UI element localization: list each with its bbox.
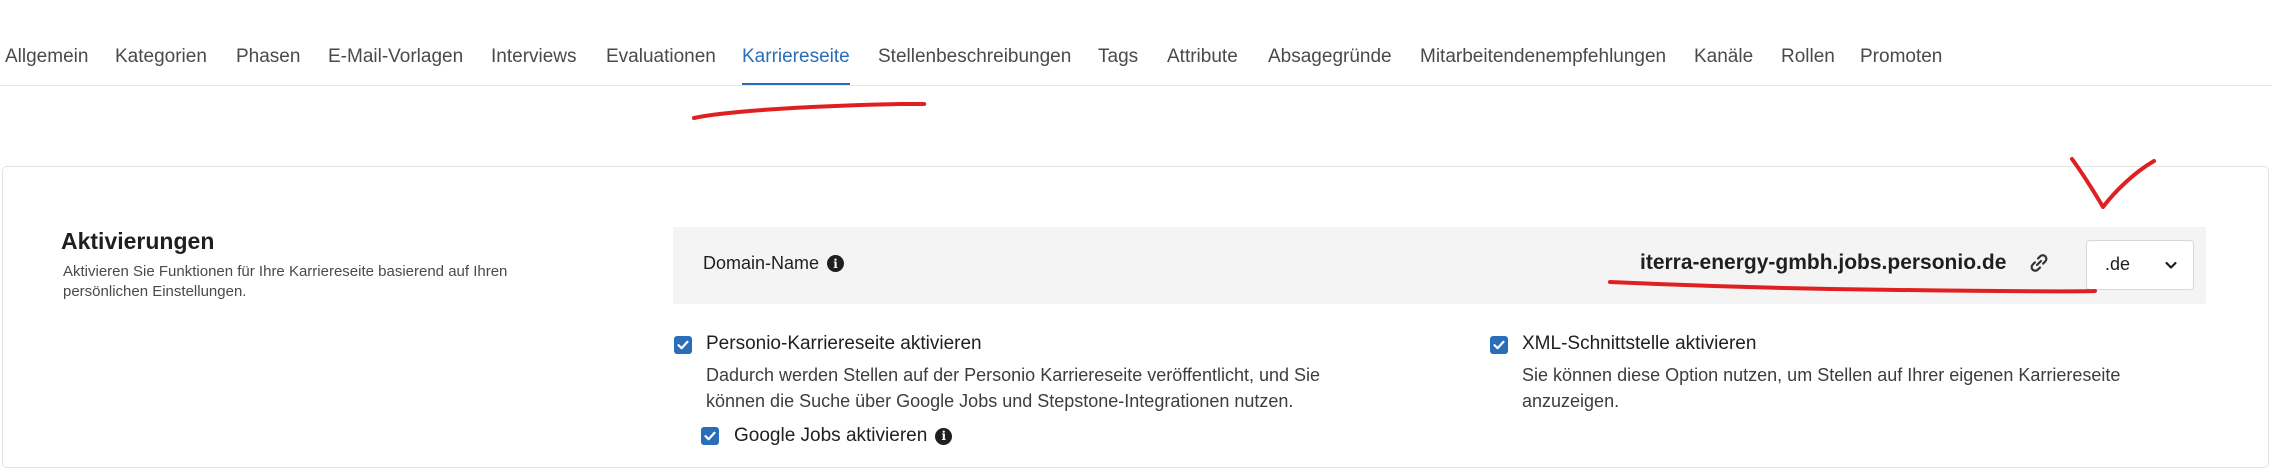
tab-karriereseite[interactable]: Karriereseite [742, 46, 850, 85]
google-jobs-checkbox[interactable] [701, 427, 719, 445]
info-icon[interactable]: i [827, 255, 845, 272]
section-title: Aktivierungen [61, 228, 215, 254]
career-page-label: Personio-Karriereseite aktivieren [706, 333, 982, 355]
tab-promoten[interactable]: Promoten [1860, 46, 1942, 84]
chevron-down-icon [2165, 261, 2177, 269]
domain-label: Domain-Name i [703, 253, 845, 274]
activations-card [2, 166, 2269, 468]
info-icon[interactable]: i [935, 427, 953, 445]
tab-interviews[interactable]: Interviews [491, 46, 577, 84]
settings-tab-bar: Allgemein Kategorien Phasen E-Mail-Vorla… [0, 0, 2272, 86]
tld-select-value: .de [2105, 254, 2131, 274]
checkmark-icon [677, 340, 689, 350]
xml-interface-checkbox[interactable] [1490, 336, 1508, 354]
career-page-label-text: Personio-Karriereseite aktivieren [706, 333, 982, 354]
career-page-description: Dadurch werden Stellen auf der Personio … [706, 365, 1321, 411]
section-description: Aktivieren Sie Funktionen für Ihre Karri… [63, 263, 508, 300]
tab-email-vorlagen[interactable]: E-Mail-Vorlagen [328, 46, 463, 84]
annotation-underline-tab [692, 101, 927, 120]
domain-label-text: Domain-Name [703, 253, 820, 273]
tab-attribute[interactable]: Attribute [1167, 46, 1238, 84]
career-page-checkbox[interactable] [674, 336, 692, 354]
xml-interface-label-text: XML-Schnittstelle aktivieren [1522, 333, 1757, 354]
tab-allgemein[interactable]: Allgemein [5, 46, 88, 84]
xml-interface-description: Sie können diese Option nutzen, um Stell… [1522, 365, 2121, 411]
tab-absagegruende[interactable]: Absagegründe [1268, 46, 1392, 84]
tab-kanaele[interactable]: Kanäle [1694, 46, 1753, 84]
tab-kategorien[interactable]: Kategorien [115, 46, 207, 84]
link-icon[interactable] [2027, 251, 2051, 275]
checkmark-icon [704, 431, 716, 441]
tab-mitarbeitendenempfehlungen[interactable]: Mitarbeitendenempfehlungen [1420, 46, 1666, 84]
checkmark-icon [1493, 340, 1505, 350]
tab-phasen[interactable]: Phasen [236, 46, 300, 84]
google-jobs-label: Google Jobs aktivieren i [734, 425, 953, 447]
tab-tags[interactable]: Tags [1098, 46, 1138, 84]
tab-evaluationen[interactable]: Evaluationen [606, 46, 716, 84]
tab-rollen[interactable]: Rollen [1781, 46, 1835, 84]
tld-select[interactable]: .de [2086, 240, 2194, 290]
xml-interface-label: XML-Schnittstelle aktivieren [1522, 333, 1756, 355]
google-jobs-label-text: Google Jobs aktivieren [734, 425, 928, 446]
tab-stellenbeschreibungen[interactable]: Stellenbeschreibungen [878, 46, 1071, 84]
domain-name-value: iterra-energy-gmbh.jobs.personio.de [1640, 251, 2007, 274]
